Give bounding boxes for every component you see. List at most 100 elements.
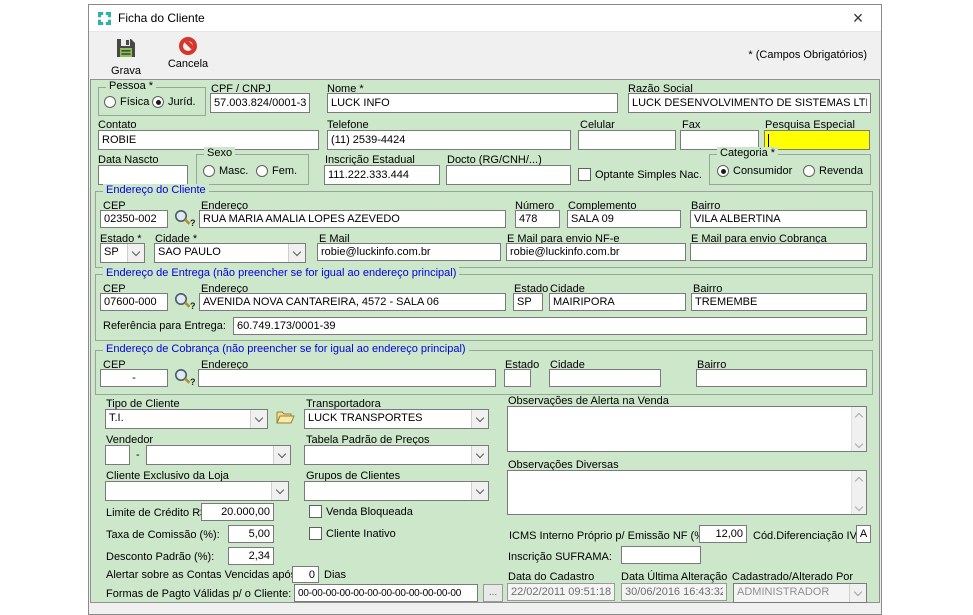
formas-pagto-browse-button[interactable]: ... (483, 584, 503, 602)
docto-input[interactable] (446, 165, 571, 185)
radio-revenda-circle (803, 165, 815, 177)
cidade-select[interactable]: SAO PAULO (154, 243, 306, 263)
cep-search-magnifier-icon[interactable]: ? (173, 208, 197, 230)
desconto-padrao-label: Desconto Padrão (%): (106, 551, 214, 563)
estado-select[interactable]: SP (100, 243, 145, 263)
data-cadastro-label: Data do Cadastro (508, 571, 594, 583)
cpf-cnpj-input[interactable] (210, 93, 310, 113)
cobranca-estado-input[interactable] (504, 369, 531, 387)
open-folder-icon[interactable] (276, 410, 295, 429)
radio-fem[interactable]: Fem. (256, 165, 297, 177)
nome-input[interactable] (327, 93, 618, 113)
chevron-down-icon (271, 482, 288, 500)
telefone-input[interactable] (327, 130, 571, 150)
cadastrado-por-label: Cadastrado/Alterado Por (732, 571, 853, 583)
iva-input[interactable] (856, 525, 871, 543)
cliente-inativo-checkbox[interactable]: Cliente Inativo (309, 527, 396, 540)
razao-social-input[interactable] (628, 93, 871, 113)
entrega-estado-input[interactable] (513, 293, 543, 311)
chevron-down-icon (471, 410, 488, 428)
data-cadastro-input (507, 583, 615, 601)
svg-text:?: ? (190, 301, 196, 310)
cliente-exclusivo-select[interactable] (105, 481, 289, 501)
alertar-contas-input[interactable] (292, 566, 319, 583)
toolbar: Grava Cancela * (Campos Obrigatórios) (89, 31, 881, 79)
cancel-button[interactable]: Cancela (159, 37, 217, 70)
entrega-cidade-input[interactable] (549, 293, 686, 311)
bairro-input[interactable] (690, 210, 867, 228)
radio-fisica[interactable]: Física (104, 96, 149, 108)
endereco-input[interactable] (199, 210, 506, 228)
app-icon (98, 12, 111, 25)
icms-input[interactable] (699, 525, 747, 543)
cobranca-cidade-input[interactable] (549, 369, 661, 387)
tipo-cliente-select[interactable]: T.I. (105, 409, 268, 429)
chevron-down-icon (288, 244, 305, 262)
grupos-clientes-select[interactable] (304, 481, 489, 501)
save-button-label: Grava (111, 65, 141, 77)
desconto-padrao-input[interactable] (228, 547, 274, 565)
cobranca-cep-search-magnifier-icon[interactable]: ? (173, 367, 197, 389)
email-nfe-input[interactable] (506, 243, 686, 261)
scroll-up-icon[interactable] (855, 477, 863, 485)
taxa-comissao-label: Taxa de Comissão (%): (106, 529, 220, 541)
scrollbar[interactable] (851, 471, 866, 514)
sexo-legend: Sexo (204, 147, 235, 159)
vendedor-code-input[interactable] (105, 445, 130, 465)
cobranca-endereco-input[interactable] (198, 369, 496, 387)
radio-revenda[interactable]: Revenda (803, 165, 863, 177)
chevron-down-icon (273, 446, 290, 464)
entrega-cep-input[interactable] (100, 293, 168, 311)
data-nascto-input[interactable] (98, 165, 188, 185)
cobranca-cep-input[interactable] (100, 369, 168, 387)
chevron-down-icon (127, 244, 144, 262)
cadastrado-por-select: ADMINISTRADOR (733, 583, 867, 603)
radio-masc-circle (203, 165, 215, 177)
optante-simples-checkbox[interactable]: Optante Simples Nac. (578, 168, 702, 181)
pesquisa-especial-input[interactable] (764, 130, 870, 150)
entrega-cep-search-magnifier-icon[interactable]: ? (173, 291, 197, 313)
required-fields-note: * (Campos Obrigatórios) (748, 49, 867, 61)
complemento-input[interactable] (567, 210, 681, 228)
formas-pagto-input[interactable] (294, 584, 478, 602)
tabela-precos-select[interactable] (304, 445, 489, 465)
cidade-value: SAO PAULO (155, 244, 288, 262)
obs-diversas-textarea[interactable] (507, 470, 867, 515)
celular-input[interactable] (578, 130, 676, 150)
scroll-down-icon[interactable] (855, 440, 863, 448)
numero-input[interactable] (515, 210, 560, 228)
radio-fisica-label: Física (120, 96, 149, 108)
radio-juridica-circle (152, 96, 164, 108)
email-input[interactable] (317, 243, 501, 261)
radio-juridica[interactable]: Juríd. (152, 96, 196, 108)
close-button[interactable]: × (844, 9, 872, 27)
cancel-prohibition-icon (179, 37, 197, 55)
scrollbar[interactable] (851, 407, 866, 451)
limite-credito-input[interactable] (201, 503, 274, 521)
referencia-entrega-input[interactable] (233, 317, 867, 335)
radio-masc[interactable]: Masc. (203, 165, 248, 177)
inscricao-estadual-input[interactable] (324, 165, 440, 185)
referencia-entrega-label: Referência para Entrega: (103, 320, 226, 332)
tabela-precos-value (305, 446, 471, 464)
transportadora-select[interactable]: LUCK TRANSPORTES (304, 409, 489, 429)
scroll-up-icon[interactable] (855, 413, 863, 421)
taxa-comissao-input[interactable] (228, 525, 274, 543)
suframa-input[interactable] (621, 546, 701, 564)
radio-consumidor[interactable]: Consumidor (717, 165, 792, 177)
form-panel: Pessoa * Física Juríd. CPF / CNPJ Nome *… (90, 79, 880, 603)
obs-alerta-textarea[interactable] (507, 406, 867, 452)
save-button[interactable]: Grava (102, 37, 150, 77)
icms-label: ICMS Interno Próprio p/ Emissão NF (%): (509, 530, 711, 542)
vendedor-value (147, 446, 273, 464)
transportadora-value: LUCK TRANSPORTES (305, 410, 471, 428)
cobranca-bairro-input[interactable] (696, 369, 867, 387)
email-cobranca-input[interactable] (690, 243, 867, 261)
entrega-bairro-input[interactable] (691, 293, 867, 311)
venda-bloqueada-checkbox[interactable]: Venda Bloqueada (309, 505, 413, 518)
vendedor-select[interactable] (146, 445, 291, 465)
scroll-down-icon[interactable] (855, 503, 863, 511)
entrega-endereco-input[interactable] (199, 293, 506, 311)
cep-input[interactable] (100, 210, 168, 228)
optante-simples-box (578, 168, 591, 181)
